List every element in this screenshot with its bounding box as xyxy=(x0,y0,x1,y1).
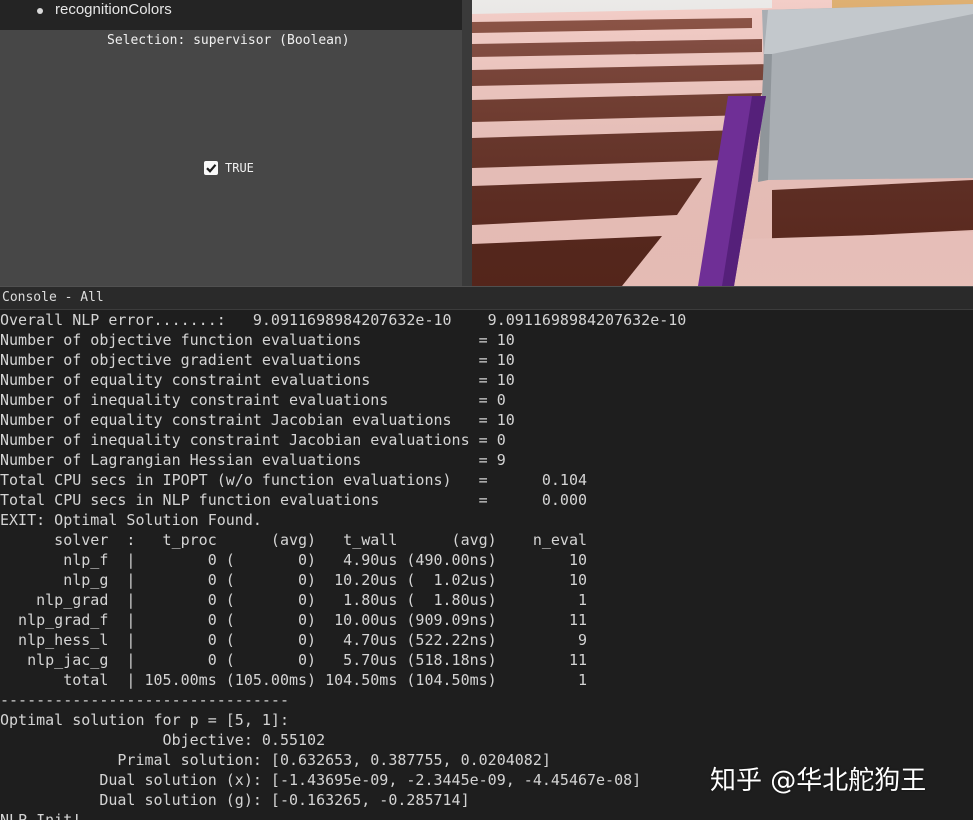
console-line: nlp_hess_l | 0 ( 0) 4.70us (522.22ns) 9 xyxy=(0,631,587,649)
console-line: Number of Lagrangian Hessian evaluations… xyxy=(0,451,506,469)
console-line: Number of equality constraint evaluation… xyxy=(0,371,515,389)
panel-splitter[interactable] xyxy=(462,0,472,286)
console-line: nlp_f | 0 ( 0) 4.90us (490.00ns) 10 xyxy=(0,551,587,569)
console-line: NLP Init! xyxy=(0,811,82,820)
checkmark-icon xyxy=(206,164,217,173)
console-line: nlp_grad_f | 0 ( 0) 10.00us (909.09ns) 1… xyxy=(0,611,587,629)
field-editor-panel: recognitionColors Selection: supervisor … xyxy=(0,0,470,286)
console-line: nlp_jac_g | 0 ( 0) 5.70us (518.18ns) 11 xyxy=(0,651,587,669)
console-header: Console - All xyxy=(0,286,973,310)
console-line: -------------------------------- xyxy=(0,691,289,709)
3d-scene xyxy=(472,0,973,286)
console-line: Number of objective gradient evaluations… xyxy=(0,351,515,369)
console-line: nlp_grad | 0 ( 0) 1.80us ( 1.80us) 1 xyxy=(0,591,587,609)
selection-label: Selection: supervisor (Boolean) xyxy=(107,33,350,48)
console-line: nlp_g | 0 ( 0) 10.20us ( 1.02us) 10 xyxy=(0,571,587,589)
console-line: Total CPU secs in IPOPT (w/o function ev… xyxy=(0,471,587,489)
console-line: solver : t_proc (avg) t_wall (avg) n_eva… xyxy=(0,531,587,549)
checkbox-label: TRUE xyxy=(225,161,254,175)
console-title: Console - All xyxy=(2,290,104,305)
tree-bullet-icon xyxy=(37,8,43,14)
top-area: recognitionColors Selection: supervisor … xyxy=(0,0,973,286)
3d-viewport[interactable] xyxy=(472,0,973,286)
console-output[interactable]: Overall NLP error.......: 9.091169898420… xyxy=(0,310,973,820)
supervisor-checkbox[interactable] xyxy=(204,161,218,175)
console-line: Total CPU secs in NLP function evaluatio… xyxy=(0,491,587,509)
console-line: Number of inequality constraint evaluati… xyxy=(0,391,506,409)
console-line: Overall NLP error.......: 9.091169898420… xyxy=(0,311,687,329)
console-line: Number of equality constraint Jacobian e… xyxy=(0,411,515,429)
console-line: Number of inequality constraint Jacobian… xyxy=(0,431,506,449)
scene-tree-strip: recognitionColors xyxy=(0,0,462,30)
console-line: Optimal solution for p = [5, 1]: xyxy=(0,711,289,729)
console-line: Number of objective function evaluations… xyxy=(0,331,515,349)
watermark-text: 知乎 @华北舵狗王 xyxy=(710,766,927,796)
tree-item-recognition-colors[interactable]: recognitionColors xyxy=(55,1,172,18)
console-lines: Overall NLP error.......: 9.091169898420… xyxy=(0,310,973,820)
console-line: EXIT: Optimal Solution Found. xyxy=(0,511,262,529)
console-line: total | 105.00ms (105.00ms) 104.50ms (10… xyxy=(0,671,587,689)
console-line: Objective: 0.55102 xyxy=(0,731,326,749)
